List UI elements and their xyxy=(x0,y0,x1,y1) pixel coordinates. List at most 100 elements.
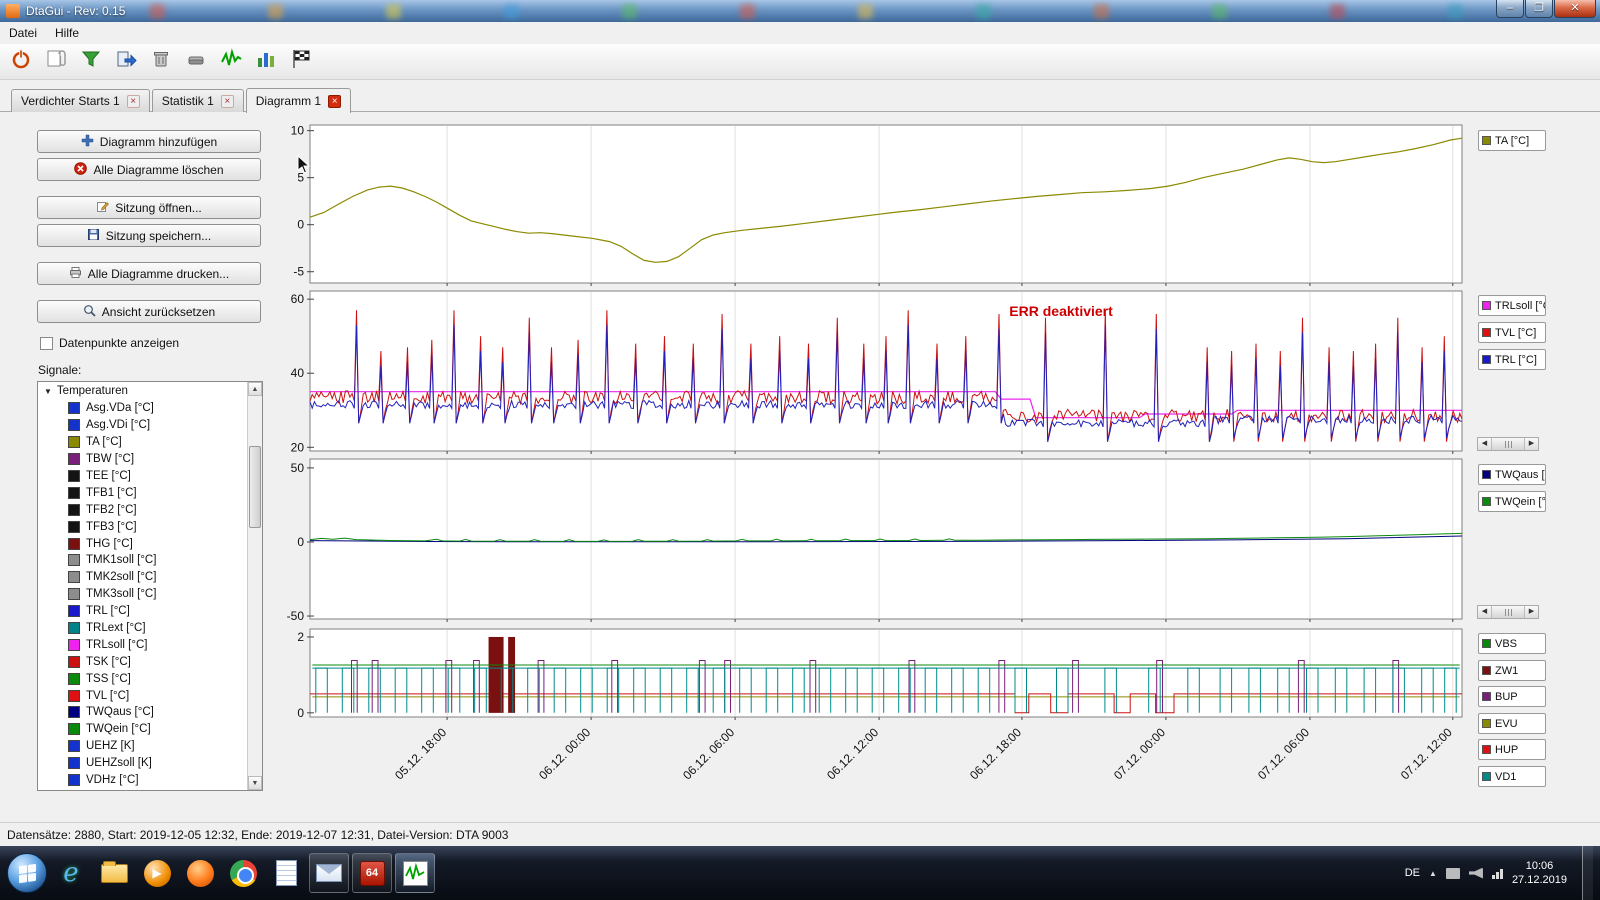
title-bar[interactable]: DtaGui - Rev: 0.15 –❐✕ xyxy=(0,0,1600,22)
sitzung-ffnen-button[interactable]: Sitzung öffnen... xyxy=(37,196,261,219)
tree-item-tmk1soll-c[interactable]: TMK1soll [°C] xyxy=(38,552,262,569)
tree-item-vdhz-c[interactable]: VDHz [°C] xyxy=(38,772,262,789)
alle-diagramme-l-schen-button[interactable]: Alle Diagramme löschen xyxy=(37,158,261,181)
tree-scroll-up-button[interactable]: ▲ xyxy=(248,382,262,396)
close-button[interactable]: ✕ xyxy=(1554,0,1596,18)
tree-item-trlsoll-c[interactable]: TRLsoll [°C] xyxy=(38,636,262,653)
tree-item-uehzsoll-k[interactable]: UEHZsoll [K] xyxy=(38,755,262,772)
taskbar-mail-button[interactable] xyxy=(309,853,349,893)
tree-item-tfb1-c[interactable]: TFB1 [°C] xyxy=(38,484,262,501)
taskbar-chrome-button[interactable] xyxy=(223,853,263,893)
scroll-right-icon[interactable]: ▶ xyxy=(1524,606,1538,618)
delete-button[interactable] xyxy=(145,47,177,77)
tree-item-trlext-c[interactable]: TRLext [°C] xyxy=(38,620,262,637)
legend-trlsoll-c[interactable]: TRLsoll [°C] xyxy=(1478,295,1546,316)
show-datapoints-row[interactable]: Datenpunkte anzeigen xyxy=(40,336,179,350)
tree-item-tvl-c[interactable]: TVL [°C] xyxy=(38,687,262,704)
ansicht-zur-cksetzen-button[interactable]: Ansicht zurücksetzen xyxy=(37,300,261,323)
taskbar-explorer-button[interactable] xyxy=(94,853,134,893)
language-indicator[interactable]: DE xyxy=(1405,867,1420,879)
taskbar-app-64-button[interactable]: 64 xyxy=(352,853,392,893)
legend-bup[interactable]: BUP xyxy=(1478,686,1546,707)
taskbar-clock[interactable]: 10:06 27.12.2019 xyxy=(1512,859,1567,888)
legend-vd1[interactable]: VD1 xyxy=(1478,766,1546,787)
maximize-button[interactable]: ❐ xyxy=(1525,0,1553,18)
legend-zw1[interactable]: ZW1 xyxy=(1478,660,1546,681)
button-label: Sitzung speichern... xyxy=(106,229,211,243)
menu-item-hilfe[interactable]: Hilfe xyxy=(46,23,88,43)
quelle-chart-hscrollbar[interactable]: ◀ ▶ xyxy=(1477,605,1539,619)
tab-diagramm-1[interactable]: Diagramm 1× xyxy=(246,88,351,113)
alle-diagramme-drucken-button[interactable]: Alle Diagramme drucken... xyxy=(37,262,261,285)
hidden-icons-chevron-icon[interactable]: ▲ xyxy=(1429,869,1437,878)
minimize-button[interactable]: – xyxy=(1496,0,1524,18)
tree-item-twqein-c[interactable]: TWQein [°C] xyxy=(38,721,262,738)
signal-tree[interactable]: ▼Temperaturen Asg.VDa [°C]Asg.VDi [°C]TA… xyxy=(37,381,263,791)
tab-close-icon[interactable]: × xyxy=(328,95,341,108)
start-button[interactable] xyxy=(7,853,47,893)
sitzung-speichern-button[interactable]: Sitzung speichern... xyxy=(37,224,261,247)
tree-item-asg-vda-c[interactable]: Asg.VDa [°C] xyxy=(38,400,262,417)
charts-canvas[interactable]: 1050-5604020ERR deaktiviert500-502005.12… xyxy=(278,118,1478,810)
legend-evu[interactable]: EVU xyxy=(1478,713,1546,734)
action-center-icon[interactable] xyxy=(1446,868,1460,879)
tree-item-ta-c[interactable]: TA [°C] xyxy=(38,434,262,451)
scroll-thumb[interactable] xyxy=(1492,438,1524,450)
statistics-button[interactable] xyxy=(250,47,282,77)
tree-item-asg-vdi-c[interactable]: Asg.VDi [°C] xyxy=(38,417,262,434)
scroll-left-icon[interactable]: ◀ xyxy=(1478,438,1492,450)
legend-label: TWQaus [°C] xyxy=(1495,469,1546,481)
tree-group-temperaturen[interactable]: ▼Temperaturen xyxy=(38,382,262,400)
show-desktop-button[interactable] xyxy=(1582,846,1593,900)
menu-item-datei[interactable]: Datei xyxy=(0,23,46,43)
tree-scrollbar[interactable]: ▲ ▼ xyxy=(247,382,262,790)
tree-item-tfb3-c[interactable]: TFB3 [°C] xyxy=(38,518,262,535)
tree-item-tbw-c[interactable]: TBW [°C] xyxy=(38,451,262,468)
legend-ta-c[interactable]: TA [°C] xyxy=(1478,130,1546,151)
tab-verdichter-starts-1[interactable]: Verdichter Starts 1× xyxy=(11,89,150,112)
tree-expand-icon[interactable]: ▼ xyxy=(44,387,52,396)
compressor-starts-button[interactable] xyxy=(285,47,317,77)
legend-twqaus-c[interactable]: TWQaus [°C] xyxy=(1478,464,1546,485)
taskbar-media-player-button[interactable]: ▶ xyxy=(137,853,177,893)
exit-button[interactable] xyxy=(5,47,37,77)
tree-item-tss-c[interactable]: TSS [°C] xyxy=(38,670,262,687)
clear-button[interactable] xyxy=(180,47,212,77)
tree-item-thg-c[interactable]: THG [°C] xyxy=(38,535,262,552)
legend-vbs[interactable]: VBS xyxy=(1478,633,1546,654)
legend-tvl-c[interactable]: TVL [°C] xyxy=(1478,322,1546,343)
heizkreis-chart-hscrollbar[interactable]: ◀ ▶ xyxy=(1477,437,1539,451)
signal-label: TSK [°C] xyxy=(86,656,131,668)
taskbar-notepad-button[interactable] xyxy=(266,853,306,893)
scroll-right-icon[interactable]: ▶ xyxy=(1524,438,1538,450)
show-datapoints-checkbox[interactable] xyxy=(40,337,53,350)
tree-item-tsk-c[interactable]: TSK [°C] xyxy=(38,653,262,670)
tab-close-icon[interactable]: × xyxy=(221,95,234,108)
legend-hup[interactable]: HUP xyxy=(1478,739,1546,760)
tree-item-twqaus-c[interactable]: TWQaus [°C] xyxy=(38,704,262,721)
tree-item-trl-c[interactable]: TRL [°C] xyxy=(38,603,262,620)
volume-icon[interactable] xyxy=(1469,868,1483,879)
network-icon[interactable] xyxy=(1492,867,1503,879)
diagramm-hinzuf-gen-button[interactable]: Diagramm hinzufügen xyxy=(37,130,261,153)
scroll-thumb[interactable] xyxy=(1492,606,1524,618)
scroll-left-icon[interactable]: ◀ xyxy=(1478,606,1492,618)
tree-item-uehz-k[interactable]: UEHZ [K] xyxy=(38,738,262,755)
filter-button[interactable] xyxy=(75,47,107,77)
open-file-button[interactable] xyxy=(40,47,72,77)
taskbar-dtagui-button[interactable] xyxy=(395,853,435,893)
import-button[interactable] xyxy=(110,47,142,77)
tree-scroll-down-button[interactable]: ▼ xyxy=(248,776,262,790)
legend-trl-c[interactable]: TRL [°C] xyxy=(1478,349,1546,370)
tab-statistik-1[interactable]: Statistik 1× xyxy=(152,89,244,112)
tree-item-tee-c[interactable]: TEE [°C] xyxy=(38,468,262,485)
taskbar-firefox-button[interactable] xyxy=(180,853,220,893)
legend-twqein-c[interactable]: TWQein [°C] xyxy=(1478,491,1546,512)
taskbar-internet-explorer-button[interactable]: e xyxy=(51,853,91,893)
tree-scroll-thumb[interactable] xyxy=(249,446,261,528)
diagram-button[interactable] xyxy=(215,47,247,77)
tree-item-tmk3soll-c[interactable]: TMK3soll [°C] xyxy=(38,586,262,603)
tree-item-tmk2soll-c[interactable]: TMK2soll [°C] xyxy=(38,569,262,586)
tree-item-tfb2-c[interactable]: TFB2 [°C] xyxy=(38,501,262,518)
tab-close-icon[interactable]: × xyxy=(127,95,140,108)
